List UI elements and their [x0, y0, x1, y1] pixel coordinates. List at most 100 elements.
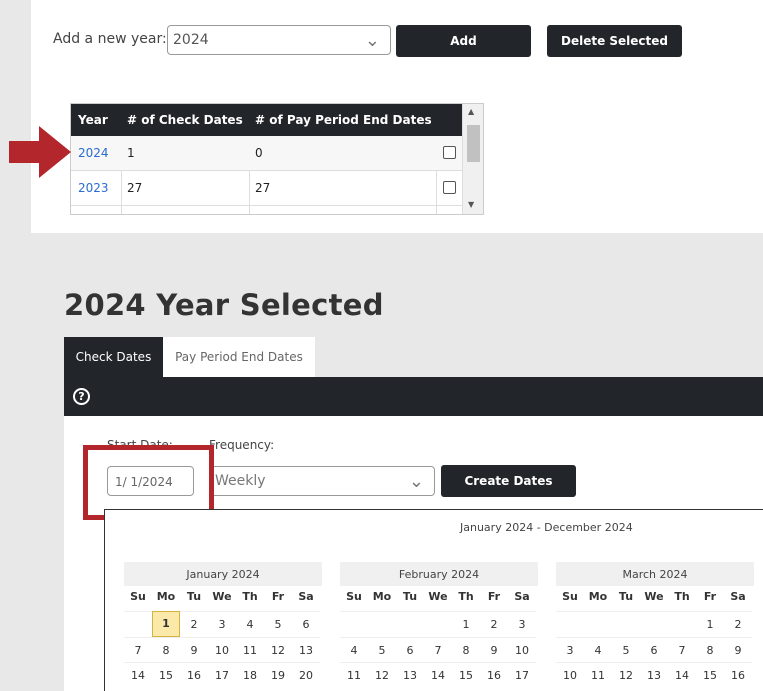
scroll-thumb[interactable] — [467, 125, 480, 162]
day-cell[interactable]: 16 — [724, 662, 752, 688]
day-cell[interactable]: 4 — [340, 636, 368, 663]
day-cell[interactable]: 20 — [292, 662, 320, 688]
day-cell[interactable]: 1 — [152, 611, 180, 637]
day-cell[interactable]: 8 — [452, 636, 480, 663]
add-button[interactable]: Add — [396, 25, 531, 57]
day-cell[interactable]: 2 — [180, 611, 208, 637]
weekday-label: Su — [130, 590, 146, 603]
day-cell[interactable]: 8 — [696, 636, 724, 663]
create-dates-button[interactable]: Create Dates — [441, 465, 576, 497]
day-cell[interactable]: 15 — [452, 662, 480, 688]
day-cell[interactable]: 2 — [724, 611, 752, 637]
row-checkbox[interactable] — [443, 181, 456, 194]
day-grid: 1 2 3 4 5 6 7 8 9 10 11 12 13 14 15 16 17 — [340, 611, 538, 688]
delete-selected-button[interactable]: Delete Selected — [547, 25, 682, 57]
day-blank — [612, 611, 640, 637]
table-row[interactable]: 2024 1 0 — [71, 136, 463, 171]
weekday-label: Mo — [156, 590, 176, 603]
day-cell[interactable]: 11 — [584, 662, 612, 688]
day-cell[interactable]: 1 — [696, 611, 724, 637]
day-cell[interactable]: 15 — [696, 662, 724, 688]
day-cell[interactable]: 10 — [508, 636, 536, 663]
day-cell[interactable]: 9 — [180, 636, 208, 663]
day-cell[interactable]: 15 — [152, 662, 180, 688]
calendar-range-title: January 2024 - December 2024 — [460, 521, 633, 534]
day-cell[interactable]: 9 — [480, 636, 508, 663]
year-link-2024[interactable]: 2024 — [78, 146, 109, 160]
day-cell[interactable]: 9 — [724, 636, 752, 663]
day-cell[interactable]: 3 — [556, 636, 584, 663]
day-cell[interactable]: 19 — [264, 662, 292, 688]
day-cell[interactable]: 12 — [264, 636, 292, 663]
frequency-select[interactable]: Weekly ⌄ — [209, 466, 435, 496]
day-cell[interactable]: 10 — [208, 636, 236, 663]
day-cell[interactable]: 3 — [208, 611, 236, 637]
day-cell[interactable]: 4 — [584, 636, 612, 663]
frequency-value: Weekly — [215, 473, 266, 489]
day-cell[interactable]: 18 — [236, 662, 264, 688]
day-cell[interactable]: 14 — [424, 662, 452, 688]
day-cell[interactable]: 13 — [640, 662, 668, 688]
day-cell[interactable]: 5 — [612, 636, 640, 663]
row-checkbox[interactable] — [443, 146, 456, 159]
weekday-label: Sa — [298, 590, 314, 603]
month-january: January 2024 Su Mo Tu We Th Fr Sa 1 2 3 4 5 6 7 8 9 10 1… — [124, 562, 322, 688]
day-cell[interactable]: 5 — [368, 636, 396, 663]
day-blank — [124, 611, 152, 637]
year-link-2023[interactable]: 2023 — [78, 181, 109, 195]
day-blank — [424, 611, 452, 637]
day-cell[interactable]: 6 — [292, 611, 320, 637]
col-year[interactable]: Year — [78, 113, 108, 127]
day-blank — [340, 611, 368, 637]
day-cell[interactable]: 17 — [208, 662, 236, 688]
day-cell[interactable]: 1 — [452, 611, 480, 637]
table-scrollbar[interactable]: ▲ ▼ — [462, 104, 483, 214]
day-cell[interactable]: 7 — [424, 636, 452, 663]
day-cell[interactable]: 14 — [124, 662, 152, 688]
pay-period-count: 0 — [255, 146, 263, 160]
chevron-down-icon: ⌄ — [364, 30, 380, 51]
month-title: February 2024 — [340, 562, 538, 586]
day-grid: 1 2 3 4 5 6 7 8 9 10 11 12 13 14 15 16 17 18 19 20 — [124, 611, 322, 688]
day-blank — [368, 611, 396, 637]
day-cell[interactable]: 7 — [124, 636, 152, 663]
day-cell[interactable]: 17 — [508, 662, 536, 688]
scroll-down-icon[interactable]: ▼ — [468, 200, 474, 209]
day-blank — [668, 611, 696, 637]
day-cell[interactable]: 10 — [556, 662, 584, 688]
tab-check-dates[interactable]: Check Dates — [64, 337, 163, 377]
table-row[interactable]: 2023 27 27 — [71, 171, 463, 206]
day-cell[interactable]: 13 — [396, 662, 424, 688]
day-cell[interactable]: 8 — [152, 636, 180, 663]
weekday-label: Tu — [618, 590, 634, 603]
tab-pay-period-end-dates[interactable]: Pay Period End Dates — [163, 337, 315, 377]
day-cell[interactable]: 12 — [368, 662, 396, 688]
check-dates-count: 27 — [127, 181, 143, 195]
day-cell[interactable]: 5 — [264, 611, 292, 637]
day-cell[interactable]: 12 — [612, 662, 640, 688]
day-cell[interactable]: 16 — [180, 662, 208, 688]
day-cell[interactable]: 3 — [508, 611, 536, 637]
day-cell[interactable]: 4 — [236, 611, 264, 637]
day-cell[interactable]: 14 — [668, 662, 696, 688]
day-cell[interactable]: 13 — [292, 636, 320, 663]
col-pay-period-end-dates[interactable]: # of Pay Period End Dates — [255, 113, 432, 127]
day-cell[interactable]: 11 — [340, 662, 368, 688]
day-cell[interactable]: 6 — [396, 636, 424, 663]
day-cell[interactable]: 7 — [668, 636, 696, 663]
col-check-dates[interactable]: # of Check Dates — [127, 113, 243, 127]
day-cell[interactable]: 2 — [480, 611, 508, 637]
year-select[interactable]: 2024 ⌄ — [167, 25, 391, 55]
day-cell[interactable]: 11 — [236, 636, 264, 663]
weekday-label: Sa — [730, 590, 746, 603]
scroll-up-icon[interactable]: ▲ — [468, 107, 474, 116]
toolbar: ? — [64, 377, 763, 416]
weekday-label: We — [644, 590, 664, 603]
frequency-label: Frequency: — [209, 438, 275, 452]
weekday-row: Su Mo Tu We Th Fr Sa — [124, 590, 322, 608]
day-blank — [396, 611, 424, 637]
weekday-label: Tu — [402, 590, 418, 603]
day-cell[interactable]: 16 — [480, 662, 508, 688]
help-icon[interactable]: ? — [73, 388, 90, 405]
day-cell[interactable]: 6 — [640, 636, 668, 663]
